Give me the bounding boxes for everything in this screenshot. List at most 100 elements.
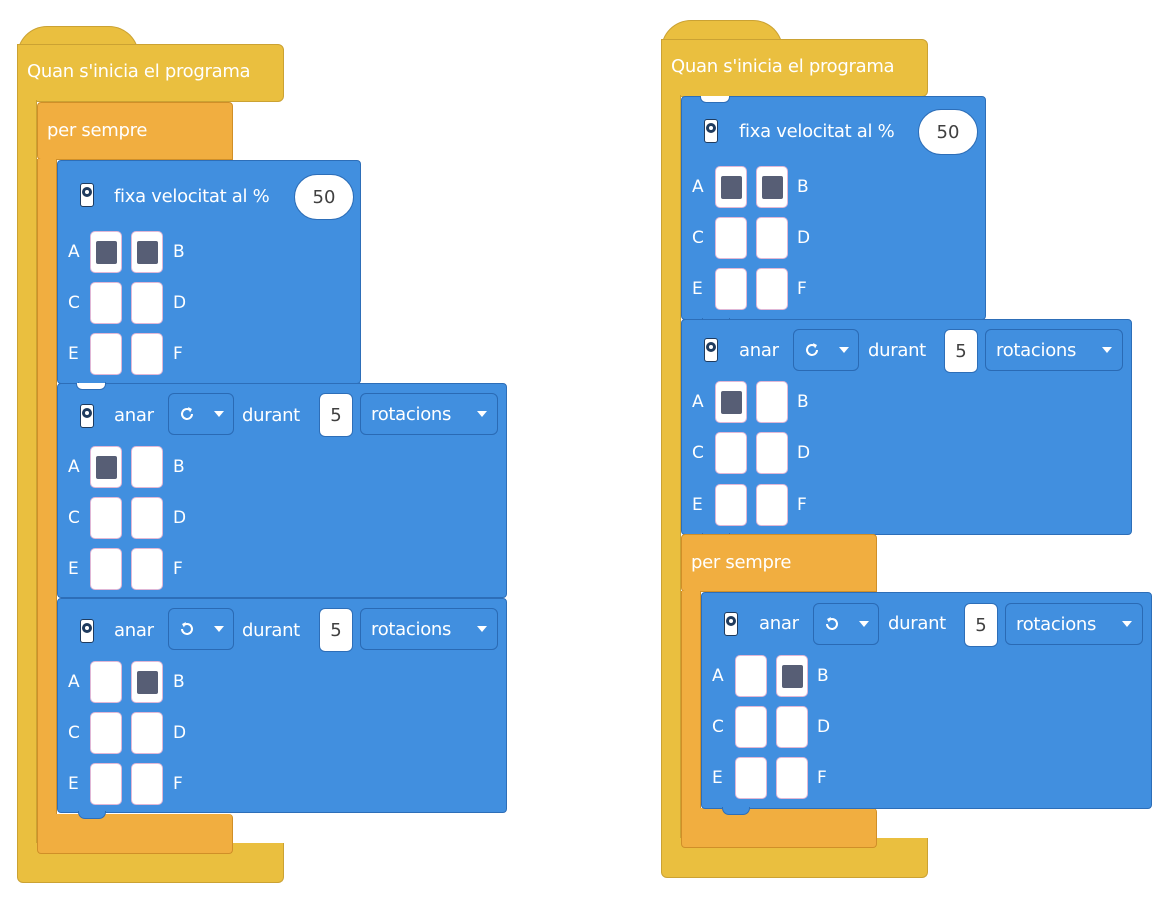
rotate-counterclockwise-icon (826, 617, 838, 630)
port-label-d: D (173, 508, 187, 528)
port-label-a: A (692, 177, 704, 197)
port-label-e: E (712, 768, 723, 788)
run-motor-block-2[interactable]: anar durant 5 rotacions A B C D E F (701, 592, 1152, 815)
block-connector-tab (78, 811, 106, 819)
port-a-checkbox[interactable] (90, 446, 122, 488)
event-block[interactable]: Quan s'inicia el programa (661, 39, 928, 97)
port-e-checkbox[interactable] (90, 548, 122, 590)
port-label-f: F (173, 774, 183, 794)
event-block-label: Quan s'inicia el programa (27, 61, 251, 82)
port-f-checkbox[interactable] (131, 548, 163, 590)
port-f-checkbox[interactable] (131, 763, 163, 805)
speed-value-input[interactable]: 50 (294, 174, 354, 220)
set-speed-block[interactable]: fixa velocitat al % 50 A B C D E F (57, 160, 361, 390)
port-d-checkbox[interactable] (131, 712, 163, 754)
port-f-checkbox[interactable] (131, 333, 163, 375)
port-c-checkbox[interactable] (90, 282, 122, 324)
port-label-c: C (692, 228, 704, 248)
run-label: anar (114, 405, 154, 426)
event-block[interactable]: Quan s'inicia el programa (17, 44, 284, 102)
motor-icon (704, 338, 718, 362)
port-e-checkbox[interactable] (90, 333, 122, 375)
direction-dropdown[interactable] (168, 608, 234, 650)
port-b-checkbox[interactable] (131, 231, 163, 273)
for-label: durant (242, 405, 300, 426)
port-c-checkbox[interactable] (90, 497, 122, 539)
forever-block-foot (681, 808, 877, 848)
amount-input[interactable]: 5 (319, 608, 353, 652)
for-label: durant (888, 613, 946, 634)
unit-dropdown[interactable]: rotacions (360, 393, 498, 435)
direction-dropdown[interactable] (168, 393, 234, 435)
unit-dropdown[interactable]: rotacions (360, 608, 498, 650)
port-e-checkbox[interactable] (715, 484, 747, 526)
unit-dropdown[interactable]: rotacions (1005, 603, 1143, 645)
motor-icon (724, 612, 738, 636)
port-label-c: C (68, 293, 80, 313)
chevron-down-icon (1102, 347, 1112, 353)
port-f-checkbox[interactable] (756, 268, 788, 310)
port-label-b: B (173, 457, 185, 477)
set-speed-block[interactable]: fixa velocitat al % 50 A B C D E F (681, 96, 986, 326)
amount-input[interactable]: 5 (964, 603, 998, 647)
port-b-checkbox[interactable] (776, 655, 808, 697)
unit-label: rotacions (996, 339, 1077, 361)
port-a-checkbox[interactable] (735, 655, 767, 697)
port-d-checkbox[interactable] (131, 497, 163, 539)
rotate-clockwise-icon (181, 407, 193, 420)
port-e-checkbox[interactable] (90, 763, 122, 805)
event-block-body (661, 95, 681, 840)
block-connector-tab (722, 807, 750, 815)
port-b-checkbox[interactable] (131, 661, 163, 703)
port-a-checkbox[interactable] (90, 661, 122, 703)
port-b-checkbox[interactable] (131, 446, 163, 488)
for-label: durant (868, 340, 926, 361)
port-label-f: F (797, 495, 807, 515)
port-c-checkbox[interactable] (715, 432, 747, 474)
block-connector-notch (76, 383, 106, 390)
run-motor-block-1[interactable]: anar durant 5 rotacions A B C D E F (681, 319, 1132, 541)
run-motor-block-1[interactable]: anar durant 5 rotacions A B C D E F (57, 383, 507, 598)
port-f-checkbox[interactable] (756, 484, 788, 526)
amount-input[interactable]: 5 (319, 393, 353, 437)
port-c-checkbox[interactable] (735, 706, 767, 748)
port-e-checkbox[interactable] (735, 757, 767, 799)
forever-block[interactable]: per sempre (681, 534, 877, 592)
forever-block-label: per sempre (691, 552, 792, 573)
port-a-checkbox[interactable] (90, 231, 122, 273)
port-label-a: A (68, 457, 80, 477)
port-label-b: B (817, 666, 829, 686)
chevron-down-icon (839, 347, 849, 353)
unit-dropdown[interactable]: rotacions (985, 329, 1123, 371)
port-label-c: C (68, 723, 80, 743)
port-label-a: A (692, 392, 704, 412)
port-d-checkbox[interactable] (776, 706, 808, 748)
run-motor-block-2[interactable]: anar durant 5 rotacions A B C D E F (57, 598, 507, 819)
port-b-checkbox[interactable] (756, 381, 788, 423)
port-d-checkbox[interactable] (131, 282, 163, 324)
port-label-e: E (68, 774, 79, 794)
forever-block-foot (37, 814, 233, 854)
port-f-checkbox[interactable] (776, 757, 808, 799)
port-c-checkbox[interactable] (90, 712, 122, 754)
port-d-checkbox[interactable] (756, 432, 788, 474)
direction-dropdown[interactable] (813, 603, 879, 645)
speed-value-input[interactable]: 50 (918, 109, 978, 155)
chevron-down-icon (214, 411, 224, 417)
port-a-checkbox[interactable] (715, 381, 747, 423)
port-e-checkbox[interactable] (715, 268, 747, 310)
direction-dropdown[interactable] (793, 329, 859, 371)
port-label-f: F (817, 768, 827, 788)
port-d-checkbox[interactable] (756, 217, 788, 259)
port-b-checkbox[interactable] (756, 166, 788, 208)
port-a-checkbox[interactable] (715, 166, 747, 208)
chevron-down-icon (214, 626, 224, 632)
set-speed-label: fixa velocitat al % (739, 121, 895, 142)
unit-label: rotacions (1016, 613, 1097, 635)
motor-icon (80, 404, 94, 428)
amount-input[interactable]: 5 (944, 329, 978, 373)
forever-block-arm (37, 159, 57, 815)
port-c-checkbox[interactable] (715, 217, 747, 259)
forever-block[interactable]: per sempre (37, 102, 233, 160)
unit-label: rotacions (371, 618, 452, 640)
